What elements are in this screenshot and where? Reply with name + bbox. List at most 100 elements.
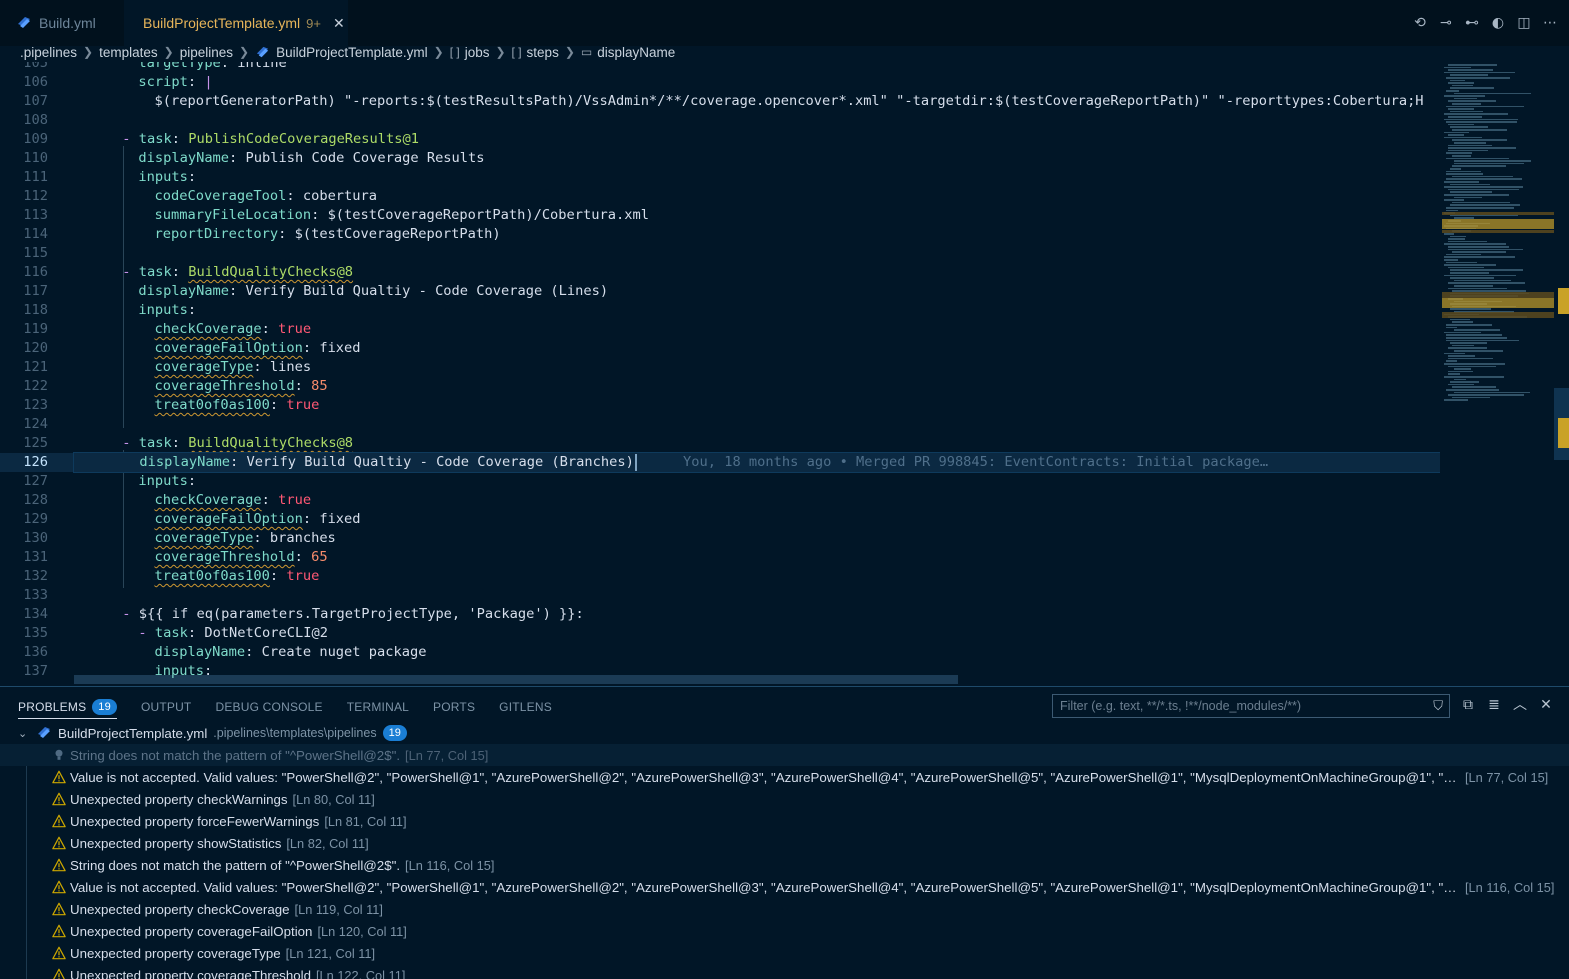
tab-build-yml[interactable]: Build.yml — [4, 0, 124, 46]
problem-item[interactable]: Unexpected property showStatistics [Ln 82… — [0, 832, 1569, 854]
breadcrumb-item[interactable]: jobs — [465, 45, 490, 60]
problem-item[interactable]: Unexpected property coverageFailOption [L… — [0, 920, 1569, 942]
line-number: 126 — [23, 454, 48, 470]
more-actions-icon[interactable]: ⋯ — [1541, 13, 1559, 33]
code-area: targetType: inline — [74, 62, 1440, 73]
code-line[interactable]: 126 You, 18 months ago • Merged PR 998845… — [0, 452, 1440, 473]
tab-ports[interactable]: PORTS — [433, 695, 475, 719]
problem-item[interactable]: Unexpected property forceFewerWarnings [L… — [0, 810, 1569, 832]
problem-item[interactable]: Value is not accepted. Valid values: "Po… — [0, 876, 1569, 898]
next-change-icon[interactable]: ⊷ — [1463, 13, 1481, 33]
tab-terminal[interactable]: TERMINAL — [347, 695, 409, 719]
problem-item[interactable]: String does not match the pattern of "^P… — [0, 744, 1569, 766]
code-line[interactable]: 125 - task: BuildQualityChecks@8 — [0, 434, 1440, 453]
code-line[interactable]: 132 treat0of0as100: true — [0, 567, 1440, 586]
tab-buildprojecttemplate-yml[interactable]: BuildProjectTemplate.yml 9+ ✕ — [124, 0, 348, 46]
code-line[interactable]: 135 - task: DotNetCoreCLI@2 — [0, 624, 1440, 643]
minimap-line — [1448, 355, 1475, 357]
code-area: - task: BuildQualityChecks@8 — [74, 263, 1440, 282]
minimap[interactable] — [1440, 62, 1554, 684]
code-token: $(testCoverageReportPath)/Cobertura.xml — [327, 207, 649, 223]
collapse-all-icon[interactable]: ⧉ — [1458, 695, 1478, 715]
code-line[interactable]: 107 $(reportGeneratorPath) "-reports:$(te… — [0, 92, 1440, 111]
minimap-line — [1450, 318, 1470, 321]
tab-debug-console[interactable]: DEBUG CONSOLE — [215, 695, 322, 719]
minimap-line — [1448, 82, 1474, 84]
split-editor-icon[interactable]: ◫ — [1515, 13, 1533, 33]
code-line[interactable]: 119 checkCoverage: true — [0, 320, 1440, 339]
problem-item[interactable]: Value is not accepted. Valid values: "Po… — [0, 766, 1569, 788]
breadcrumb-item[interactable]: displayName — [597, 45, 675, 60]
previous-change-icon[interactable]: ⊸ — [1437, 13, 1455, 33]
tab-problems[interactable]: PROBLEMS 19 — [18, 695, 117, 719]
problems-list: ⌄ BuildProjectTemplate.yml .pipelines\te… — [0, 722, 1569, 979]
minimap-line — [1448, 383, 1474, 386]
tab-gitlens[interactable]: GITLENS — [499, 695, 552, 719]
problem-item[interactable]: Unexpected property coverageType [Ln 121,… — [0, 942, 1569, 964]
code-token: : — [203, 663, 213, 679]
code-line[interactable]: 124 — [0, 415, 1440, 434]
code-line[interactable]: 131 coverageThreshold: 65 — [0, 548, 1440, 567]
filter-icon[interactable]: ⛉ — [1433, 698, 1443, 714]
code-token: summaryFileLocation — [154, 207, 312, 223]
code-line[interactable]: 122 coverageThreshold: 85 — [0, 377, 1440, 396]
code-line[interactable]: 106 script: | — [0, 73, 1440, 92]
minimap-line — [1444, 66, 1471, 69]
code-line[interactable]: 121 coverageType: lines — [0, 358, 1440, 377]
minimap-line — [1448, 69, 1493, 71]
problem-item[interactable]: String does not match the pattern of "^P… — [0, 854, 1569, 876]
code-line[interactable]: 108 — [0, 111, 1440, 130]
minimap-line — [1446, 170, 1481, 173]
code-line[interactable]: 137 inputs: — [0, 662, 1440, 681]
code-line[interactable]: 118 inputs: — [0, 301, 1440, 320]
code-line[interactable]: 133 — [0, 586, 1440, 605]
code-area: checkCoverage: true — [74, 491, 1440, 510]
code-line[interactable]: 109 - task: PublishCodeCoverageResults@1 — [0, 130, 1440, 149]
view-as-list-icon[interactable]: ≣ — [1484, 695, 1504, 715]
code-line[interactable]: 116 - task: BuildQualityChecks@8 — [0, 263, 1440, 282]
code-line[interactable]: 136 displayName: Create nuget package — [0, 643, 1440, 662]
vertical-scrollbar[interactable] — [1554, 62, 1569, 684]
warning-icon — [52, 792, 66, 806]
close-panel-icon[interactable]: ✕ — [1536, 695, 1556, 715]
code-line[interactable]: 110 displayName: Publish Code Coverage Re… — [0, 149, 1440, 168]
code-line[interactable]: 134 - ${{ if eq(parameters.TargetProjectT… — [0, 605, 1440, 624]
breadcrumb-item[interactable]: .pipelines — [20, 45, 77, 60]
code-line[interactable]: 112 codeCoverageTool: cobertura — [0, 187, 1440, 206]
timeline-icon[interactable]: ◐ — [1489, 13, 1507, 33]
minimap-line — [1448, 347, 1487, 349]
code-token: - — [122, 264, 139, 280]
tab-output[interactable]: OUTPUT — [141, 695, 192, 719]
chevron-down-icon[interactable]: ⌄ — [18, 727, 32, 740]
problems-file-group[interactable]: ⌄ BuildProjectTemplate.yml .pipelines\te… — [0, 722, 1569, 744]
problem-item[interactable]: Unexpected property coverageThreshold [Ln… — [0, 964, 1569, 979]
close-icon[interactable]: ✕ — [333, 15, 345, 32]
minimap-line — [1448, 188, 1519, 191]
code-line[interactable]: 129 coverageFailOption: fixed — [0, 510, 1440, 529]
code-line[interactable]: 111 inputs: — [0, 168, 1440, 187]
code-line[interactable]: 114 reportDirectory: $(testCoverageReport… — [0, 225, 1440, 244]
breadcrumb-item[interactable]: templates — [99, 45, 158, 60]
minimap-line — [1446, 334, 1502, 336]
breadcrumb-item[interactable]: pipelines — [180, 45, 233, 60]
code-line[interactable]: 113 summaryFileLocation: $(testCoverageRe… — [0, 206, 1440, 225]
code-line[interactable]: 130 coverageType: branches — [0, 529, 1440, 548]
problem-item[interactable]: Unexpected property checkCoverage [Ln 119… — [0, 898, 1569, 920]
code-line[interactable]: 120 coverageFailOption: fixed — [0, 339, 1440, 358]
code-line[interactable]: 105 targetType: inline — [0, 62, 1440, 73]
maximize-panel-icon[interactable]: ︿ — [1510, 695, 1530, 715]
code-line[interactable]: 127 inputs: — [0, 472, 1440, 491]
code-token: treat0of0as100 — [154, 397, 270, 413]
problems-filter-input[interactable]: Filter (e.g. text, **/*.ts, !**/node_mod… — [1052, 694, 1450, 718]
go-back-icon[interactable]: ⟲ — [1411, 13, 1429, 33]
problem-item[interactable]: Unexpected property checkWarnings [Ln 80,… — [0, 788, 1569, 810]
code-line[interactable]: 115 — [0, 244, 1440, 263]
code-line[interactable]: 128 checkCoverage: true — [0, 491, 1440, 510]
breadcrumb-item[interactable]: steps — [527, 45, 559, 60]
breadcrumb-item[interactable]: BuildProjectTemplate.yml — [276, 45, 428, 60]
code-editor[interactable]: 105 targetType: inline 106 script: | 107 $(re… — [0, 62, 1440, 684]
code-line[interactable]: 117 displayName: Verify Build Qualtiy - C… — [0, 282, 1440, 301]
code-token: : — [261, 492, 279, 508]
code-line[interactable]: 123 treat0of0as100: true — [0, 396, 1440, 415]
yaml-file-icon — [256, 46, 269, 57]
